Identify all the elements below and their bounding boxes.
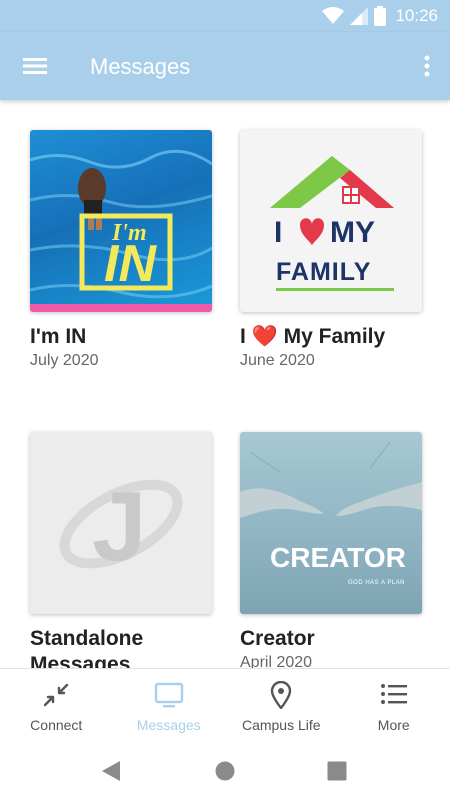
series-artwork: I'm IN xyxy=(30,130,212,312)
bottom-navigation: Connect Messages Campus Life More xyxy=(0,668,450,742)
series-card-my-family[interactable]: I MY FAMILY I ❤️ My Family June 2020 xyxy=(240,130,422,370)
status-bar: 10:26 xyxy=(0,0,450,32)
status-time: 10:26 xyxy=(395,6,438,25)
system-navigation-bar xyxy=(0,742,450,800)
nav-label: Messages xyxy=(136,717,201,733)
artwork-text-subtitle: GOD HAS A PLAN xyxy=(348,580,406,586)
nav-label: More xyxy=(377,717,410,733)
status-icons xyxy=(322,6,386,26)
artwork-text-my: MY xyxy=(330,216,375,249)
message-series-grid: I'm IN I'm IN July 2020 I MY FAMILY I ❤️… xyxy=(0,100,450,670)
series-title: Creator xyxy=(240,627,315,650)
series-title: I ❤️ My Family xyxy=(240,325,386,348)
nav-item-more[interactable]: More xyxy=(338,669,450,742)
location-pin-icon xyxy=(271,681,292,709)
nav-item-campus-life[interactable]: Campus Life xyxy=(225,669,338,742)
placeholder-logo-letter: J xyxy=(92,471,147,581)
series-artwork: J xyxy=(30,432,212,614)
list-icon xyxy=(380,684,407,704)
nav-item-connect[interactable]: Connect xyxy=(0,669,113,742)
series-date: June 2020 xyxy=(240,352,315,369)
connect-icon xyxy=(44,683,69,707)
overflow-menu-icon[interactable] xyxy=(418,52,436,80)
creation-hands-illustration xyxy=(240,441,422,518)
series-card-im-in[interactable]: I'm IN I'm IN July 2020 xyxy=(30,130,212,370)
artwork-text-in: IN xyxy=(104,235,156,293)
nav-label: Connect xyxy=(30,717,83,733)
series-artwork: CREATOR GOD HAS A PLAN xyxy=(240,432,422,614)
battery-icon xyxy=(374,6,386,26)
hamburger-menu-icon[interactable] xyxy=(18,52,52,80)
back-icon[interactable] xyxy=(100,759,122,783)
page-title: Messages xyxy=(90,54,191,79)
series-artwork: I MY FAMILY xyxy=(240,130,422,312)
series-title: Standalone Messages xyxy=(30,627,144,670)
nav-label: Campus Life xyxy=(241,717,321,733)
recents-icon[interactable] xyxy=(326,760,348,782)
series-title: I'm IN xyxy=(30,325,87,348)
wifi-icon xyxy=(322,7,344,24)
series-date: July 2020 xyxy=(30,352,99,369)
artwork-text-family: FAMILY xyxy=(276,258,372,286)
artwork-text-i: I xyxy=(274,216,283,249)
tv-icon xyxy=(154,682,183,708)
app-bar: Messages xyxy=(0,32,450,100)
artwork-text-creator: CREATOR xyxy=(270,542,406,573)
home-icon[interactable] xyxy=(214,760,236,782)
nav-item-messages[interactable]: Messages xyxy=(113,669,226,742)
series-card-creator[interactable]: CREATOR GOD HAS A PLAN Creator April 202… xyxy=(240,432,422,670)
cell-signal-icon xyxy=(350,7,368,25)
series-card-standalone[interactable]: J Standalone Messages xyxy=(30,432,212,670)
